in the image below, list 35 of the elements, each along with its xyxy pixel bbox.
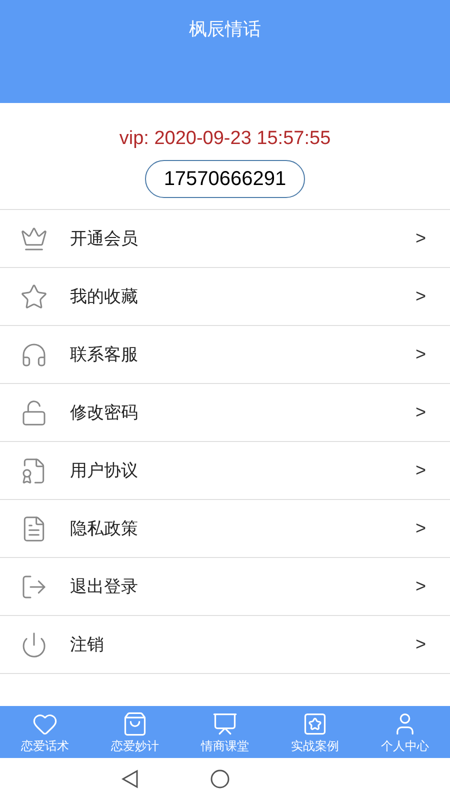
phone-number-badge: 17570666291 xyxy=(144,160,306,198)
menu-item[interactable]: 我的收藏 > xyxy=(0,268,450,326)
menu-item[interactable]: 用户协议 > xyxy=(0,442,450,500)
menu-label: 注销 xyxy=(70,634,105,656)
menu-label: 用户协议 xyxy=(70,460,139,482)
menu-label: 联系客服 xyxy=(70,344,139,366)
menu-item[interactable]: 隐私政策 > xyxy=(0,500,450,558)
chevron-text: > xyxy=(415,401,426,424)
power-icon xyxy=(20,630,48,658)
menu-label: 开通会员 xyxy=(70,228,139,250)
menu-item[interactable]: 退出登录 > xyxy=(0,558,450,616)
chevron-text: > xyxy=(415,343,426,366)
menu-item[interactable]: 开通会员 > xyxy=(0,210,450,268)
logout-icon xyxy=(20,572,48,600)
unlock-icon xyxy=(20,398,48,426)
menu-item[interactable]: 注销 > xyxy=(0,616,450,674)
menu-label: 修改密码 xyxy=(70,402,139,424)
menu-item[interactable]: 修改密码 > xyxy=(0,384,450,442)
menu-label: 我的收藏 xyxy=(70,286,139,308)
chevron-text: > xyxy=(415,285,426,308)
menu-item[interactable]: 联系客服 > xyxy=(0,326,450,384)
chevron-text: > xyxy=(415,575,426,598)
chevron-text: > xyxy=(415,633,426,656)
chevron-text: > xyxy=(415,227,426,250)
board-icon xyxy=(212,711,238,737)
star-icon xyxy=(20,282,48,310)
menu-label: 隐私政策 xyxy=(70,518,139,540)
back-icon[interactable] xyxy=(120,769,140,789)
chevron-text: > xyxy=(415,459,426,482)
app-title: 枫辰情话 xyxy=(189,18,261,41)
home-icon[interactable] xyxy=(210,769,230,789)
chevron-text: > xyxy=(415,517,426,540)
vip-expiry-text: vip: 2020-09-23 15:57:55 xyxy=(119,127,331,151)
menu-label: 退出登录 xyxy=(70,576,139,598)
bag-icon xyxy=(122,711,148,737)
